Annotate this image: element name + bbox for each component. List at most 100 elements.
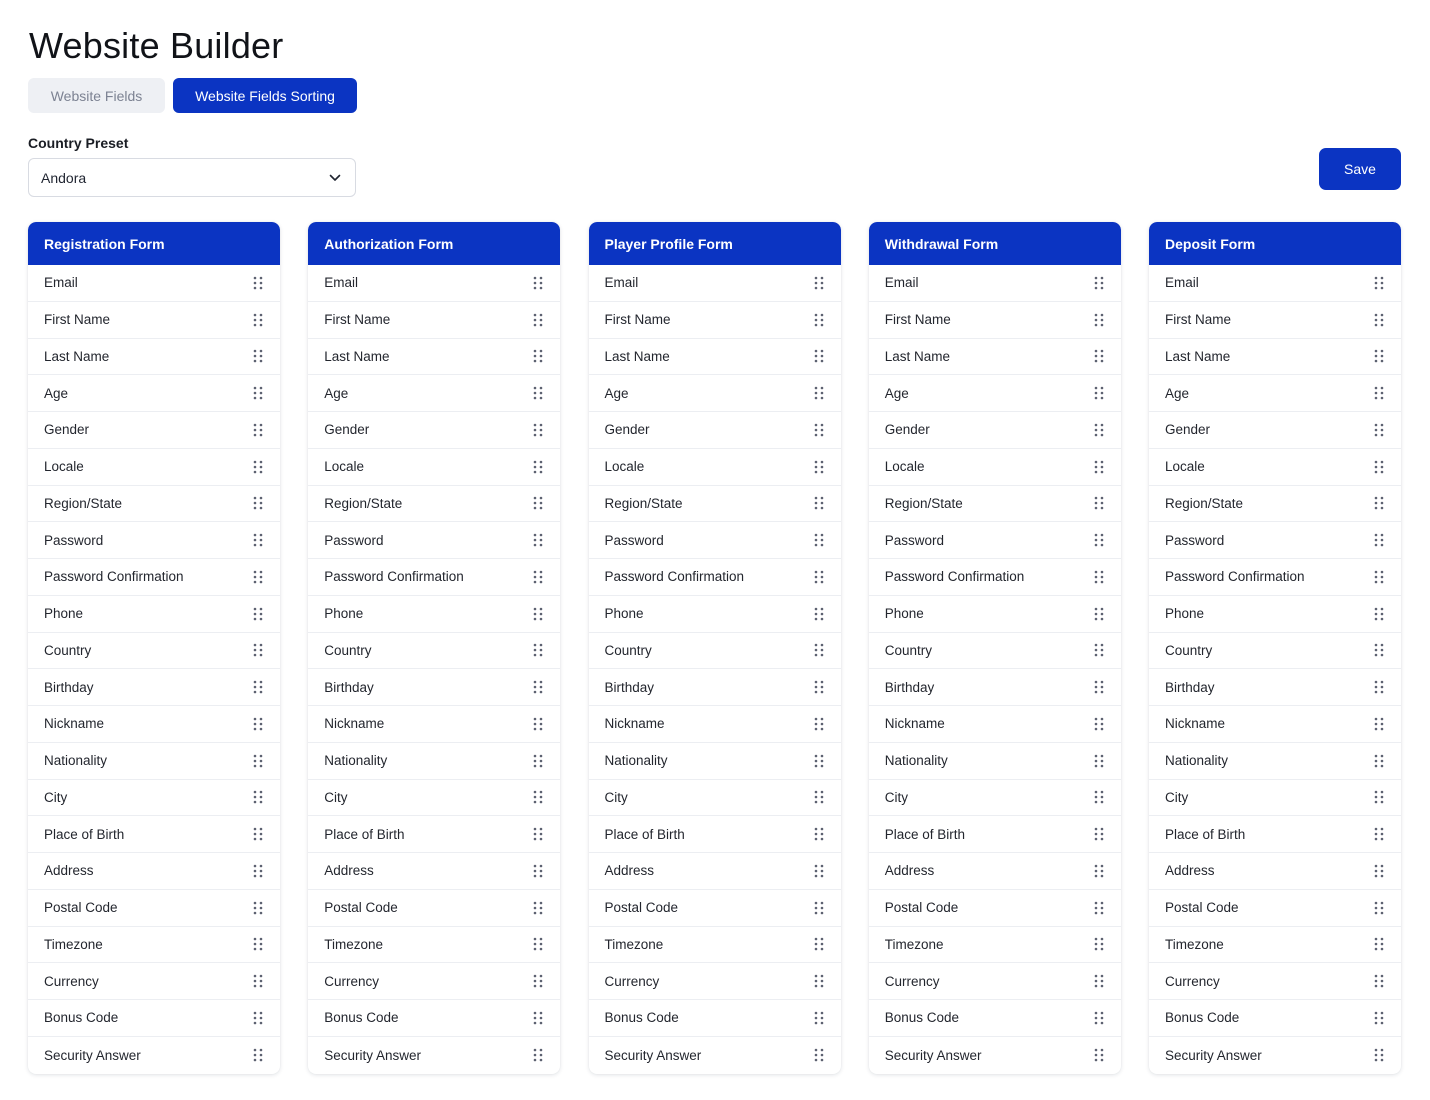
field-row-place-of-birth[interactable]: Place of Birth	[308, 816, 561, 853]
field-row-age[interactable]: Age	[1149, 375, 1401, 412]
drag-handle-icon[interactable]	[1374, 643, 1384, 657]
field-row-bonus-code[interactable]: Bonus Code	[868, 1000, 1121, 1037]
field-row-birthday[interactable]: Birthday	[308, 669, 561, 706]
field-row-currency[interactable]: Currency	[28, 963, 280, 1000]
drag-handle-icon[interactable]	[1374, 1011, 1384, 1025]
field-row-locale[interactable]: Locale	[28, 449, 280, 486]
field-row-timezone[interactable]: Timezone	[308, 927, 561, 964]
drag-handle-icon[interactable]	[1094, 643, 1104, 657]
field-row-city[interactable]: City	[308, 780, 561, 817]
drag-handle-icon[interactable]	[1374, 276, 1384, 290]
drag-handle-icon[interactable]	[1094, 607, 1104, 621]
drag-handle-icon[interactable]	[814, 680, 824, 694]
drag-handle-icon[interactable]	[814, 313, 824, 327]
field-row-address[interactable]: Address	[588, 853, 841, 890]
tab-website-fields-sorting[interactable]: Website Fields Sorting	[173, 78, 357, 113]
drag-handle-icon[interactable]	[814, 276, 824, 290]
drag-handle-icon[interactable]	[533, 754, 543, 768]
drag-handle-icon[interactable]	[1374, 386, 1384, 400]
field-row-bonus-code[interactable]: Bonus Code	[308, 1000, 561, 1037]
field-row-postal-code[interactable]: Postal Code	[1149, 890, 1401, 927]
drag-handle-icon[interactable]	[1374, 607, 1384, 621]
drag-handle-icon[interactable]	[253, 276, 263, 290]
field-row-password[interactable]: Password	[308, 522, 561, 559]
field-row-gender[interactable]: Gender	[868, 412, 1121, 449]
field-row-last-name[interactable]: Last Name	[308, 339, 561, 376]
field-row-nickname[interactable]: Nickname	[28, 706, 280, 743]
drag-handle-icon[interactable]	[1094, 460, 1104, 474]
drag-handle-icon[interactable]	[1374, 460, 1384, 474]
field-row-first-name[interactable]: First Name	[308, 302, 561, 339]
field-row-nationality[interactable]: Nationality	[308, 743, 561, 780]
drag-handle-icon[interactable]	[1094, 423, 1104, 437]
drag-handle-icon[interactable]	[814, 643, 824, 657]
country-preset-select[interactable]: Andora	[28, 158, 356, 197]
drag-handle-icon[interactable]	[1094, 790, 1104, 804]
save-button[interactable]: Save	[1319, 148, 1401, 190]
drag-handle-icon[interactable]	[533, 570, 543, 584]
field-row-currency[interactable]: Currency	[308, 963, 561, 1000]
field-row-nationality[interactable]: Nationality	[868, 743, 1121, 780]
field-row-currency[interactable]: Currency	[588, 963, 841, 1000]
drag-handle-icon[interactable]	[814, 974, 824, 988]
field-row-password-confirmation[interactable]: Password Confirmation	[588, 559, 841, 596]
drag-handle-icon[interactable]	[533, 313, 543, 327]
drag-handle-icon[interactable]	[533, 349, 543, 363]
field-row-locale[interactable]: Locale	[868, 449, 1121, 486]
field-row-security-answer[interactable]: Security Answer	[869, 1037, 1121, 1074]
field-row-currency[interactable]: Currency	[1149, 963, 1401, 1000]
drag-handle-icon[interactable]	[533, 827, 543, 841]
drag-handle-icon[interactable]	[533, 423, 543, 437]
drag-handle-icon[interactable]	[814, 533, 824, 547]
field-row-timezone[interactable]: Timezone	[1149, 927, 1401, 964]
field-row-city[interactable]: City	[28, 780, 280, 817]
field-row-password-confirmation[interactable]: Password Confirmation	[28, 559, 280, 596]
field-row-locale[interactable]: Locale	[588, 449, 841, 486]
field-row-email[interactable]: Email	[1149, 265, 1401, 302]
field-row-country[interactable]: Country	[28, 633, 280, 670]
drag-handle-icon[interactable]	[1374, 974, 1384, 988]
drag-handle-icon[interactable]	[814, 717, 824, 731]
drag-handle-icon[interactable]	[253, 974, 263, 988]
drag-handle-icon[interactable]	[1094, 386, 1104, 400]
drag-handle-icon[interactable]	[253, 570, 263, 584]
field-row-nationality[interactable]: Nationality	[28, 743, 280, 780]
field-row-email[interactable]: Email	[308, 265, 561, 302]
field-row-address[interactable]: Address	[308, 853, 561, 890]
field-row-timezone[interactable]: Timezone	[28, 927, 280, 964]
drag-handle-icon[interactable]	[533, 974, 543, 988]
drag-handle-icon[interactable]	[533, 607, 543, 621]
field-row-password[interactable]: Password	[868, 522, 1121, 559]
field-row-phone[interactable]: Phone	[308, 596, 561, 633]
field-row-country[interactable]: Country	[868, 633, 1121, 670]
drag-handle-icon[interactable]	[1094, 901, 1104, 915]
drag-handle-icon[interactable]	[1094, 937, 1104, 951]
field-row-security-answer[interactable]: Security Answer	[28, 1037, 280, 1074]
field-row-region-state[interactable]: Region/State	[868, 486, 1121, 523]
field-row-bonus-code[interactable]: Bonus Code	[1149, 1000, 1401, 1037]
field-row-nickname[interactable]: Nickname	[308, 706, 561, 743]
field-row-timezone[interactable]: Timezone	[868, 927, 1121, 964]
drag-handle-icon[interactable]	[253, 643, 263, 657]
drag-handle-icon[interactable]	[1094, 496, 1104, 510]
drag-handle-icon[interactable]	[533, 276, 543, 290]
drag-handle-icon[interactable]	[533, 937, 543, 951]
drag-handle-icon[interactable]	[814, 827, 824, 841]
field-row-birthday[interactable]: Birthday	[28, 669, 280, 706]
drag-handle-icon[interactable]	[253, 423, 263, 437]
drag-handle-icon[interactable]	[1094, 754, 1104, 768]
field-row-password[interactable]: Password	[28, 522, 280, 559]
drag-handle-icon[interactable]	[1094, 864, 1104, 878]
field-row-first-name[interactable]: First Name	[1149, 302, 1401, 339]
drag-handle-icon[interactable]	[1094, 717, 1104, 731]
drag-handle-icon[interactable]	[253, 349, 263, 363]
drag-handle-icon[interactable]	[1374, 827, 1384, 841]
drag-handle-icon[interactable]	[1374, 349, 1384, 363]
drag-handle-icon[interactable]	[1374, 754, 1384, 768]
field-row-password[interactable]: Password	[1149, 522, 1401, 559]
drag-handle-icon[interactable]	[814, 754, 824, 768]
field-row-gender[interactable]: Gender	[28, 412, 280, 449]
drag-handle-icon[interactable]	[1374, 533, 1384, 547]
drag-handle-icon[interactable]	[1374, 570, 1384, 584]
drag-handle-icon[interactable]	[1094, 349, 1104, 363]
